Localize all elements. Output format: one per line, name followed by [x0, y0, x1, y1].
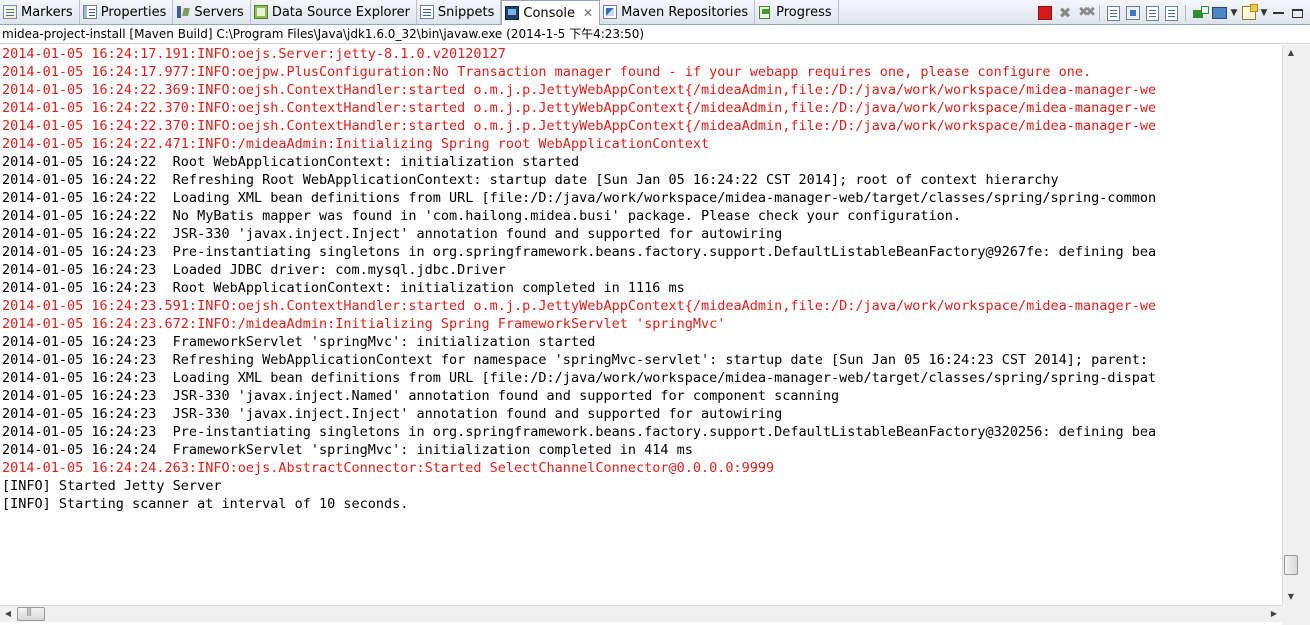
- console-line-stderr: 2014-01-05 16:24:22.370:INFO:oejsh.Conte…: [2, 100, 1157, 116]
- console-line-stdout: [INFO] Starting scanner at interval of 1…: [2, 496, 409, 512]
- console-output[interactable]: 2014-01-05 16:24:17.191:INFO:oejs.Server…: [0, 45, 1282, 605]
- toolbar-separator: [1185, 5, 1186, 21]
- tab-console[interactable]: Console ✕: [501, 0, 601, 25]
- maven-repositories-icon: [603, 5, 618, 19]
- tab-label: Servers: [194, 4, 244, 20]
- show-console-on-stdout-icon[interactable]: [1146, 5, 1159, 21]
- scroll-down-icon[interactable]: ▼: [1283, 589, 1299, 605]
- markers-icon: [3, 5, 17, 19]
- console-line-stderr: 2014-01-05 16:24:22.369:INFO:oejsh.Conte…: [2, 82, 1157, 98]
- maximize-icon[interactable]: [1292, 8, 1303, 18]
- minimize-icon[interactable]: [1273, 12, 1284, 14]
- tab-progress[interactable]: Progress: [755, 0, 839, 24]
- console-icon: [505, 6, 520, 20]
- console-line-stdout: 2014-01-05 16:24:22 Root WebApplicationC…: [2, 154, 580, 170]
- open-console-icon[interactable]: [1242, 4, 1258, 20]
- console-line-stdout: 2014-01-05 16:24:24 FrameworkServlet 'sp…: [2, 442, 693, 458]
- console-line-stderr: 2014-01-05 16:24:22.370:INFO:oejsh.Conte…: [2, 118, 1157, 134]
- console-line-stdout: [INFO] Started Jetty Server: [2, 478, 222, 494]
- terminate-icon[interactable]: [1038, 6, 1052, 20]
- data-source-explorer-icon: [253, 5, 268, 19]
- console-line-stdout: 2014-01-05 16:24:23 Pre-instantiating si…: [2, 244, 1157, 260]
- console-line-stderr: 2014-01-05 16:24:22.471:INFO:/mideaAdmin…: [2, 136, 710, 152]
- console-line-stdout: 2014-01-05 16:24:23 Pre-instantiating si…: [2, 424, 1157, 440]
- tab-label: Console: [523, 5, 576, 21]
- tab-properties[interactable]: Properties: [80, 0, 174, 24]
- properties-icon: [82, 5, 97, 19]
- show-console-on-stderr-icon[interactable]: [1165, 5, 1178, 21]
- scroll-right-icon[interactable]: ▶: [1266, 606, 1282, 622]
- view-tab-bar: Markers Properties Servers Data Source Expl…: [0, 0, 1310, 25]
- console-line-stdout: 2014-01-05 16:24:23 Loaded JDBC driver: …: [2, 262, 506, 278]
- remove-all-terminated-icon[interactable]: ✖✖: [1076, 4, 1096, 22]
- display-console-dropdown-icon[interactable]: ▼: [1230, 8, 1238, 18]
- right-border-strip: [1299, 45, 1310, 605]
- tab-label: Markers: [21, 4, 73, 20]
- tab-snippets[interactable]: Snippets: [417, 0, 502, 24]
- horizontal-scrollbar[interactable]: ◀ ▶: [0, 605, 1282, 622]
- console-line-stdout: 2014-01-05 16:24:22 JSR-330 'javax.injec…: [2, 226, 783, 242]
- console-line-stderr: 2014-01-05 16:24:17.191:INFO:oejs.Server…: [2, 46, 506, 62]
- remove-launch-icon[interactable]: ✖: [1056, 4, 1074, 22]
- console-line-stderr: 2014-01-05 16:24:17.977:INFO:oejpw.PlusC…: [2, 64, 1092, 80]
- tab-markers[interactable]: Markers: [0, 0, 80, 24]
- process-label: midea-project-install [Maven Build] C:\P…: [0, 26, 1310, 44]
- console-line-stdout: 2014-01-05 16:24:22 No MyBatis mapper wa…: [2, 208, 962, 224]
- console-line-stdout: 2014-01-05 16:24:23 FrameworkServlet 'sp…: [2, 334, 596, 350]
- toolbar-separator: [1099, 5, 1100, 21]
- scroll-up-icon[interactable]: ▲: [1283, 45, 1299, 61]
- scroll-left-icon[interactable]: ◀: [0, 606, 16, 622]
- scroll-lock-icon[interactable]: [1126, 6, 1140, 20]
- snippets-icon: [419, 5, 434, 19]
- tab-label: Snippets: [437, 4, 495, 20]
- console-line-stdout: 2014-01-05 16:24:23 JSR-330 'javax.injec…: [2, 406, 783, 422]
- tab-maven-repositories[interactable]: Maven Repositories: [600, 0, 756, 24]
- console-line-stdout: 2014-01-05 16:24:23 Refreshing WebApplic…: [2, 352, 1157, 368]
- console-line-stdout: 2014-01-05 16:24:22 Refreshing Root WebA…: [2, 172, 1059, 188]
- open-console-dropdown-icon[interactable]: ▼: [1260, 8, 1268, 18]
- tab-label: Progress: [776, 4, 832, 20]
- tab-label: Maven Repositories: [621, 4, 749, 20]
- clear-console-icon[interactable]: [1107, 5, 1120, 21]
- servers-icon: [176, 5, 190, 19]
- tab-label: Data Source Explorer: [271, 4, 410, 20]
- display-selected-console-icon[interactable]: [1212, 7, 1227, 19]
- console-line-stdout: 2014-01-05 16:24:22 Loading XML bean def…: [2, 190, 1157, 206]
- console-line-stderr: 2014-01-05 16:24:23.672:INFO:/mideaAdmin…: [2, 316, 726, 332]
- tab-label: Properties: [100, 4, 167, 20]
- console-line-stderr: 2014-01-05 16:24:24.263:INFO:oejs.Abstra…: [2, 460, 775, 476]
- console-line-stdout: 2014-01-05 16:24:23 JSR-330 'javax.injec…: [2, 388, 840, 404]
- view-tabs: Markers Properties Servers Data Source Expl…: [0, 0, 839, 25]
- vertical-scroll-thumb[interactable]: [1284, 555, 1298, 575]
- console-toolbar: ✖ ✖✖ ▼ ▼: [1036, 3, 1306, 23]
- progress-icon: [758, 5, 772, 19]
- horizontal-scroll-thumb[interactable]: [17, 607, 45, 621]
- console-line-stdout: 2014-01-05 16:24:23 Loading XML bean def…: [2, 370, 1157, 386]
- close-tab-icon[interactable]: ✕: [583, 6, 593, 20]
- vertical-scrollbar[interactable]: ▲ ▼: [1282, 45, 1299, 605]
- tab-servers[interactable]: Servers: [173, 0, 251, 24]
- pin-console-icon[interactable]: [1193, 6, 1209, 20]
- tab-data-source-explorer[interactable]: Data Source Explorer: [251, 0, 417, 24]
- console-line-stdout: 2014-01-05 16:24:23 Root WebApplicationC…: [2, 280, 685, 296]
- console-line-stderr: 2014-01-05 16:24:23.591:INFO:oejsh.Conte…: [2, 298, 1157, 314]
- scrollbar-corner: [1282, 605, 1310, 625]
